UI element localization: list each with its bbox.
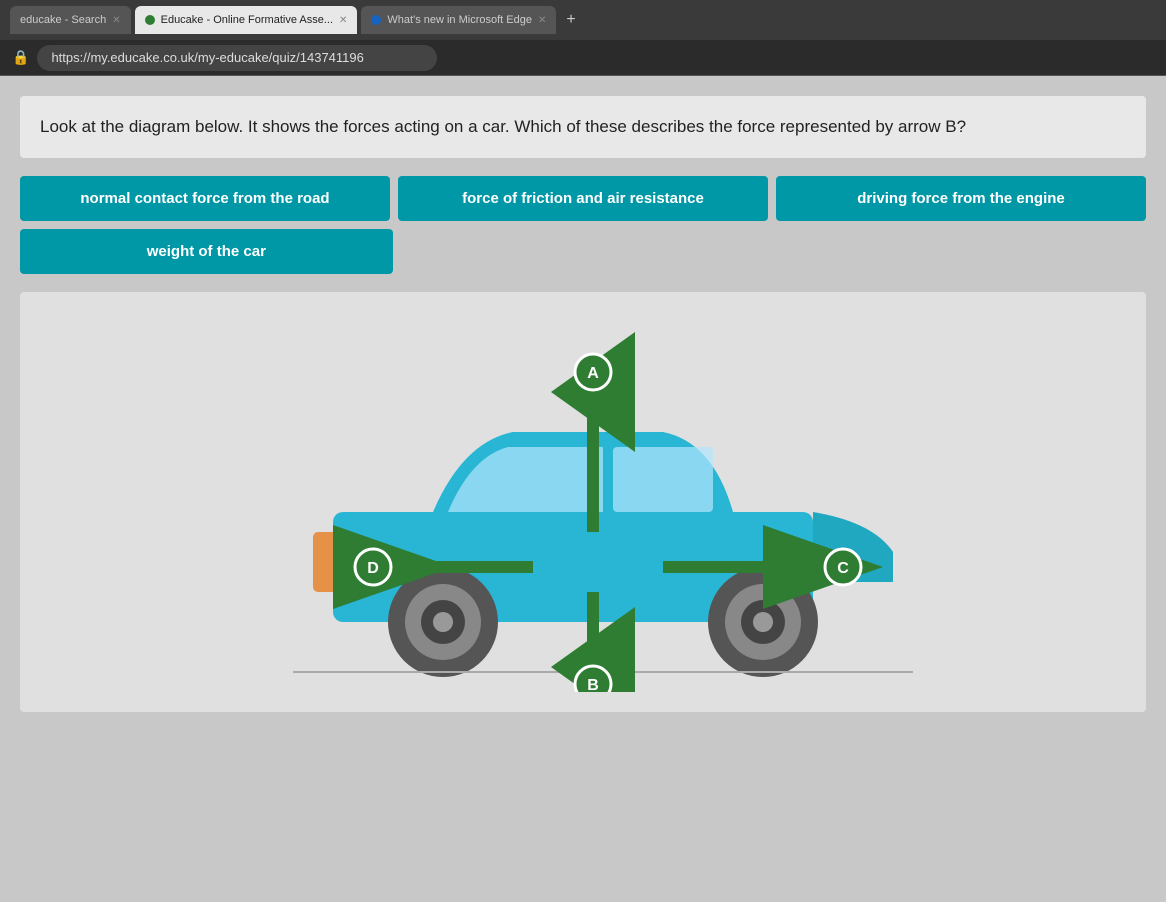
- options-row1: normal contact force from the road force…: [20, 176, 1146, 221]
- tab-educake-label: Educake - Online Formative Asse...: [161, 14, 333, 26]
- svg-text:A: A: [587, 365, 599, 382]
- car-diagram: A B C D: [233, 312, 933, 692]
- option-2[interactable]: force of friction and air resistance: [398, 176, 768, 221]
- option-1[interactable]: normal contact force from the road: [20, 176, 390, 221]
- svg-text:C: C: [837, 560, 849, 577]
- options-row2-spacer: [401, 229, 1146, 274]
- tab-edge-label: What's new in Microsoft Edge: [387, 14, 532, 26]
- svg-text:B: B: [587, 677, 599, 692]
- tab-search-close[interactable]: ✕: [112, 15, 120, 26]
- url-input[interactable]: [37, 45, 437, 71]
- options-row2: weight of the car: [20, 229, 1146, 274]
- page-content: Look at the diagram below. It shows the …: [0, 76, 1166, 902]
- address-bar: 🔒: [0, 40, 1166, 76]
- tab-edge[interactable]: What's new in Microsoft Edge ✕: [361, 6, 556, 34]
- option-4[interactable]: weight of the car: [20, 229, 393, 274]
- diagram-area: A B C D: [20, 292, 1146, 712]
- tab-bar: educake - Search ✕ Educake - Online Form…: [10, 6, 1156, 34]
- tab-search[interactable]: educake - Search ✕: [10, 6, 131, 34]
- tab-edge-close[interactable]: ✕: [538, 15, 546, 26]
- lock-icon: 🔒: [12, 49, 29, 66]
- browser-chrome: educake - Search ✕ Educake - Online Form…: [0, 0, 1166, 40]
- educake-favicon: [145, 15, 155, 25]
- question-text: Look at the diagram below. It shows the …: [40, 117, 966, 136]
- tab-search-label: educake - Search: [20, 14, 106, 26]
- svg-text:D: D: [367, 560, 379, 577]
- option-3[interactable]: driving force from the engine: [776, 176, 1146, 221]
- edge-favicon: [371, 15, 381, 25]
- tab-educake[interactable]: Educake - Online Formative Asse... ✕: [135, 6, 358, 34]
- car-svg: A B C D: [233, 312, 933, 692]
- tab-educake-close[interactable]: ✕: [339, 15, 347, 26]
- question-box: Look at the diagram below. It shows the …: [20, 96, 1146, 158]
- add-tab-button[interactable]: +: [560, 11, 581, 29]
